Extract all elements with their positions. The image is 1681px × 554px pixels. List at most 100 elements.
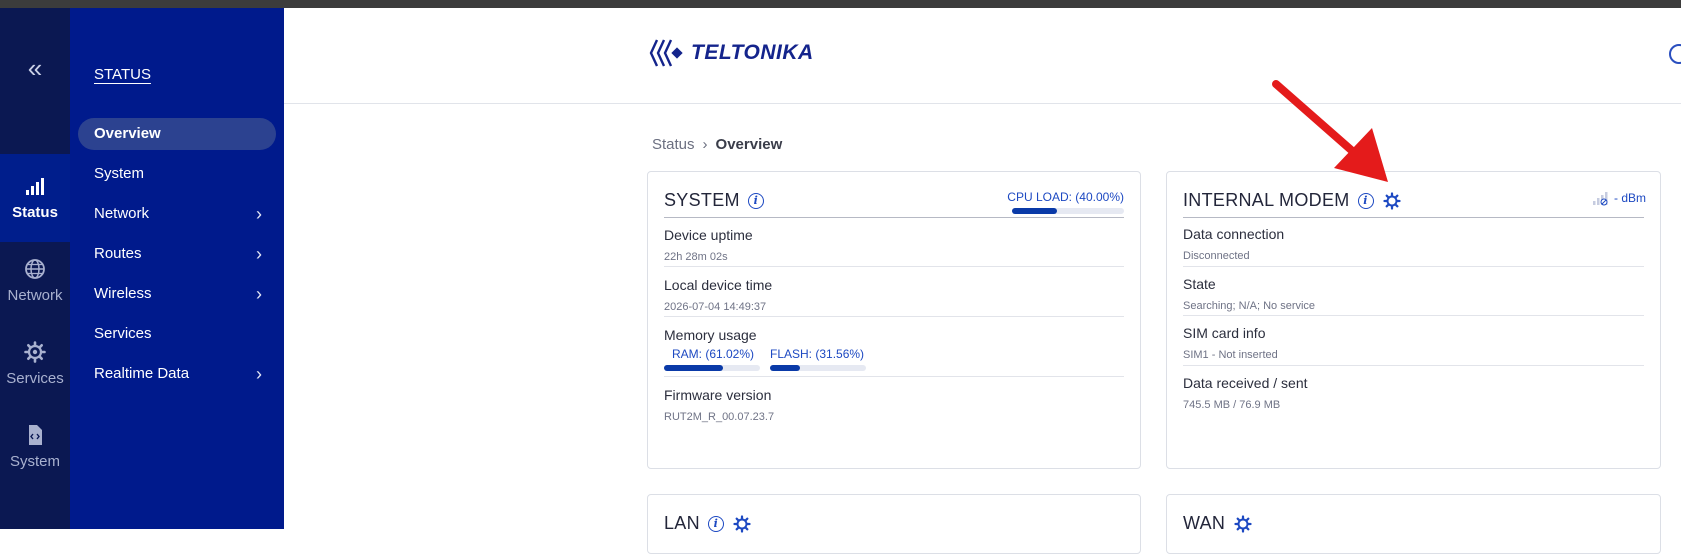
breadcrumb-current: Overview <box>715 136 783 153</box>
chevron-right-icon: › <box>256 204 262 224</box>
ram-fill <box>664 365 723 371</box>
settings-gear-icon[interactable] <box>1234 514 1252 533</box>
wan-card-title: WAN <box>1183 513 1226 533</box>
data-received-sent-field: Data received / sent 745.5 MB / 76.9 MB <box>1183 375 1308 411</box>
breadcrumb-separator-icon: › <box>702 136 708 153</box>
sidebar-item-label: Network <box>94 205 150 222</box>
firmware-version-field: Firmware version RUT2M_R_00.07.23.7 <box>664 387 774 423</box>
sidebar: STATUS Overview System Network › Routes … <box>70 8 284 529</box>
sidebar-item-wireless[interactable]: Wireless › <box>78 278 276 310</box>
signal-dbm: - dBm <box>1613 191 1646 205</box>
lan-card: LAN i <box>647 494 1141 554</box>
modem-card-title: INTERNAL MODEM <box>1183 190 1350 210</box>
user-menu-icon[interactable] <box>1669 44 1681 64</box>
divider <box>1183 365 1644 366</box>
card-title: INTERNAL MODEM i <box>1183 190 1401 211</box>
cpu-load-fill <box>1012 208 1057 214</box>
rail-item-services[interactable]: Services <box>0 320 70 408</box>
field-label: SIM card info <box>1183 325 1266 341</box>
sim-card-info-field: SIM card info SIM1 - Not inserted <box>1183 325 1278 361</box>
divider <box>1183 266 1644 267</box>
logo-mark-icon <box>649 39 683 67</box>
title-rule <box>664 217 1124 218</box>
gear-icon <box>24 341 46 363</box>
title-rule <box>1183 217 1644 218</box>
rail-item-label: Network <box>7 287 63 304</box>
data-connection-field: Data connection Disconnected <box>1183 226 1284 262</box>
collapse-sidebar-icon[interactable]: « <box>0 48 70 88</box>
info-icon[interactable]: i <box>747 192 764 209</box>
logo-text: TELTONIKA <box>691 41 814 64</box>
ram-meter <box>664 365 760 371</box>
rail-item-label: System <box>9 453 60 470</box>
sidebar-item-system[interactable]: System <box>78 158 276 190</box>
flash-meter <box>770 365 866 371</box>
signal-bars-icon <box>26 178 44 195</box>
field-label: Data connection <box>1183 226 1285 242</box>
sidebar-item-services[interactable]: Services <box>78 318 276 350</box>
chevron-right-icon: › <box>256 244 262 264</box>
flash-fill <box>770 365 801 371</box>
field-value: 22h 28m 02s <box>664 251 728 263</box>
sidebar-item-label: Routes <box>94 245 142 262</box>
rail-item-network[interactable]: Network <box>0 237 70 325</box>
field-value: SIM1 - Not inserted <box>1183 349 1278 361</box>
divider <box>664 316 1124 317</box>
field-label: State <box>1183 276 1216 292</box>
chevron-right-icon: › <box>256 284 262 304</box>
wan-card: WAN <box>1166 494 1661 554</box>
system-card: SYSTEM i CPU LOAD: (40.00%) Device uptim… <box>647 171 1141 469</box>
sidebar-title[interactable]: STATUS <box>94 66 151 83</box>
sidebar-item-routes[interactable]: Routes › <box>78 238 276 270</box>
rail-item-status[interactable]: Status <box>0 154 70 242</box>
icon-rail: « Status Network Services System <box>0 8 70 529</box>
card-title: WAN <box>1183 513 1252 534</box>
rail-item-label: Services <box>6 370 64 387</box>
breadcrumb: Status › Overview <box>652 136 782 153</box>
cpu-load-label: CPU LOAD: (40.00%) <box>1007 190 1124 204</box>
globe-icon <box>25 259 45 279</box>
cpu-load-meter <box>1012 208 1124 214</box>
field-value: RUT2M_R_00.07.23.7 <box>664 411 775 423</box>
sidebar-item-label: Overview <box>94 125 161 142</box>
teltonika-logo[interactable]: TELTONIKA <box>649 38 814 68</box>
info-icon[interactable]: i <box>1357 192 1374 209</box>
state-field: State Searching; N/A; No service <box>1183 276 1315 312</box>
sidebar-item-realtime-data[interactable]: Realtime Data › <box>78 358 276 390</box>
sidebar-item-network[interactable]: Network › <box>78 198 276 230</box>
local-device-time-field: Local device time 2026-07-04 14:49:37 <box>664 277 772 313</box>
sidebar-item-label: Services <box>94 325 152 342</box>
field-label: Local device time <box>664 277 773 293</box>
breadcrumb-root[interactable]: Status <box>652 136 695 153</box>
sidebar-item-label: System <box>94 165 145 182</box>
rail-item-system[interactable]: System <box>0 403 70 491</box>
ram-label: RAM: (61.02%) <box>672 347 755 361</box>
lan-card-title: LAN <box>664 513 700 533</box>
field-value: 2026-07-04 14:49:37 <box>664 301 767 313</box>
info-icon[interactable]: i <box>707 515 724 532</box>
system-card-title: SYSTEM <box>664 190 740 210</box>
field-label: Device uptime <box>664 227 753 243</box>
sidebar-item-label: Realtime Data <box>94 365 190 382</box>
divider <box>1183 315 1644 316</box>
rail-item-label: Status <box>12 204 58 221</box>
divider <box>664 376 1124 377</box>
signal-strength: - dBm <box>1592 190 1646 206</box>
top-header: TELTONIKA <box>284 8 1681 104</box>
field-value: Disconnected <box>1183 250 1250 262</box>
file-code-icon <box>29 425 42 445</box>
settings-gear-icon[interactable] <box>733 514 751 533</box>
memory-usage-field: Memory usage <box>664 327 757 343</box>
field-label: Data received / sent <box>1183 375 1308 391</box>
card-title: LAN i <box>664 513 751 534</box>
card-title: SYSTEM i <box>664 190 764 211</box>
window-top-bar <box>0 0 1681 8</box>
sidebar-item-label: Wireless <box>94 285 152 302</box>
field-value: 745.5 MB / 76.9 MB <box>1183 399 1281 411</box>
sidebar-item-overview[interactable]: Overview <box>78 118 276 150</box>
flash-label: FLASH: (31.56%) <box>770 347 865 361</box>
settings-gear-icon[interactable] <box>1382 191 1401 210</box>
chevron-right-icon: › <box>256 364 262 384</box>
field-label: Firmware version <box>664 387 772 403</box>
device-uptime-field: Device uptime 22h 28m 02s <box>664 227 753 263</box>
